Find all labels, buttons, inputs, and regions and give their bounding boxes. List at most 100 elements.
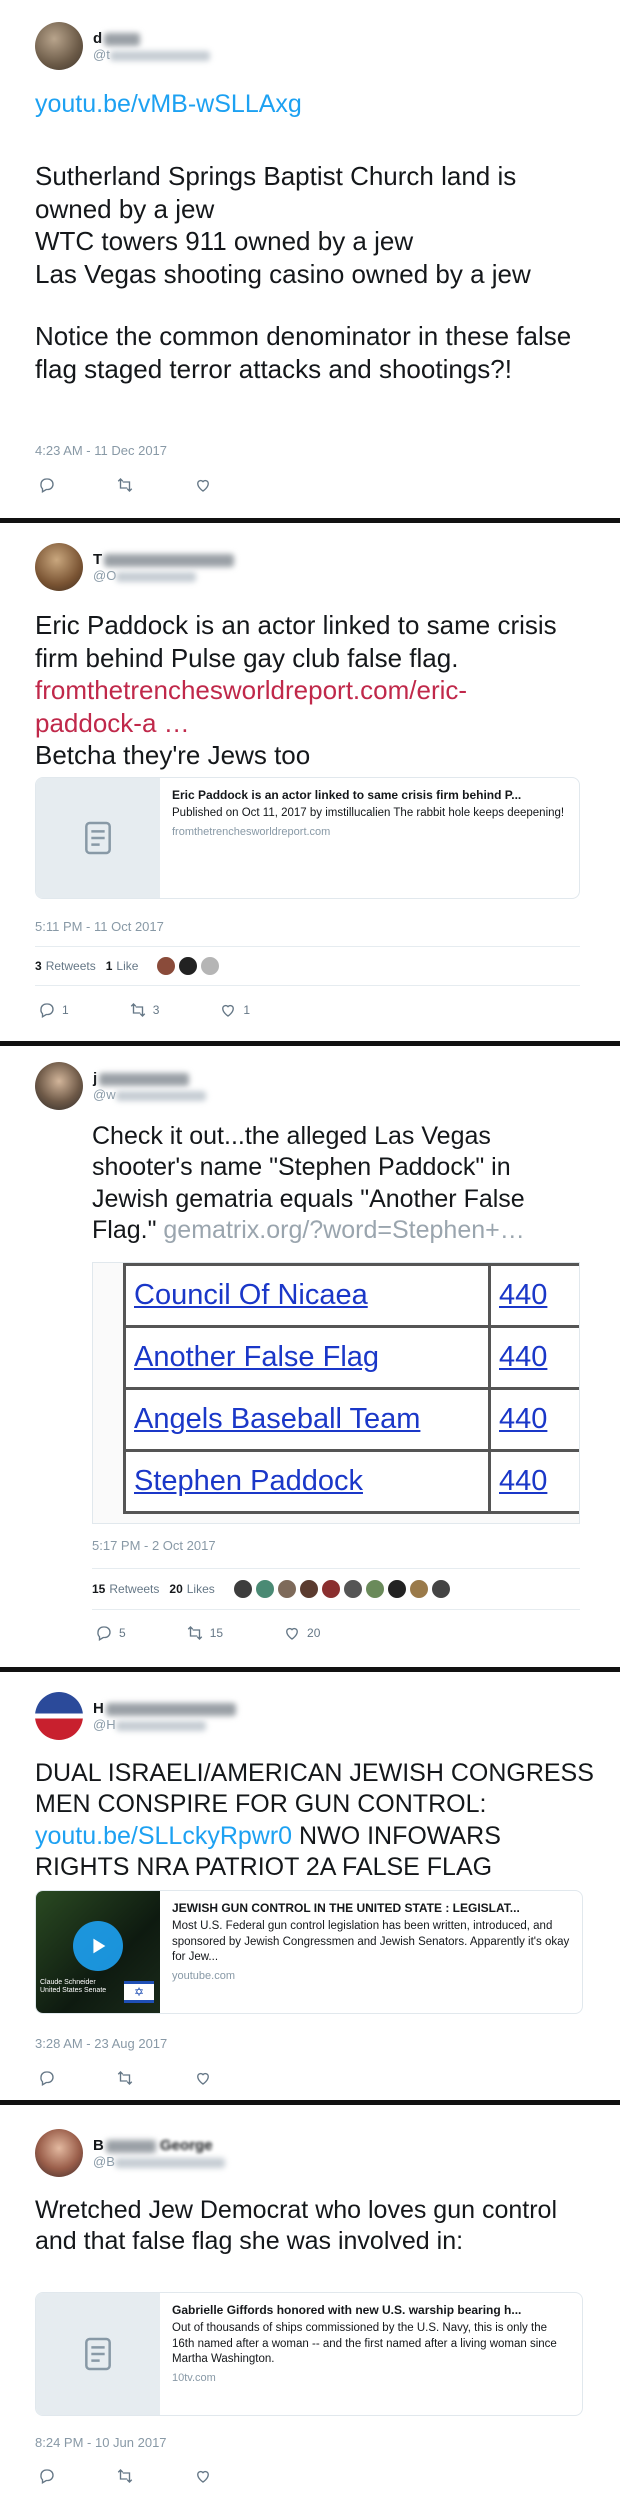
tweet-header: B George @B [35,2129,225,2177]
retweet-button[interactable] [116,476,134,494]
reply-button[interactable]: 5 [95,1624,126,1642]
like-stat[interactable]: 1 Like [106,959,139,973]
reply-button[interactable] [38,2069,56,2087]
display-name[interactable]: B George [93,2137,225,2154]
handle[interactable]: @H [93,1717,236,1732]
retweet-count: 15 [209,1626,224,1640]
reply-button[interactable] [38,476,56,494]
retweet-stat[interactable]: 3 Retweets [35,959,96,973]
link-part: paddock-a … [35,707,190,738]
handle[interactable]: @t [93,47,210,62]
value-cell: 440 [488,1449,579,1514]
heart-icon [222,1004,235,1017]
avatar[interactable] [35,22,83,70]
display-name[interactable]: H [93,1700,236,1717]
link-card[interactable]: Claude Schneider United States Senate ✡ … [35,1890,583,2014]
timestamp[interactable]: 3:28 AM - 23 Aug 2017 [35,2036,167,2051]
like-button[interactable]: 1 [219,1001,250,1019]
document-icon [85,821,111,855]
retweet-icon [117,2071,133,2085]
tweet-text: Check it out...the alleged Las Vegas sho… [92,1121,592,1246]
handle[interactable]: @B [93,2154,225,2169]
mini-avatar[interactable] [200,956,221,976]
display-name[interactable]: j [93,1070,206,1087]
avatar[interactable] [35,1692,83,1740]
mini-avatar[interactable] [364,1579,385,1599]
thumb-caption: Claude Schneider United States Senate [40,1979,107,1995]
mini-avatar[interactable] [408,1579,429,1599]
avatar[interactable] [35,2129,83,2177]
tweet-line: Notice the common denominator in these f… [35,321,572,384]
tweet-image[interactable]: Council Of Nicaea 440 Another False Flag 4… [92,1262,580,1524]
display-name[interactable]: d [93,30,210,47]
retweet-button[interactable]: 15 [186,1624,223,1642]
tweet-link[interactable]: gematrix.org/?word=Stephen+… [163,1216,524,1244]
gematria-table: Council Of Nicaea 440 Another False Flag 4… [123,1263,579,1514]
mini-avatar[interactable] [178,956,199,976]
phrase-cell: Another False Flag [123,1325,491,1390]
action-bar [38,2467,272,2485]
play-icon[interactable] [73,1921,123,1971]
card-title: JEWISH GUN CONTROL IN THE UNITED STATE :… [172,1901,520,1915]
heart-icon [197,2072,209,2085]
retweet-button[interactable] [116,2467,134,2485]
mini-avatar[interactable] [156,956,177,976]
tweet-header: d @t [35,22,210,70]
display-name[interactable]: T [93,551,235,568]
tweet-link[interactable]: youtu.be/SLLckyRpwr0 [35,1822,292,1850]
link-card[interactable]: Gabrielle Giffords honored with new U.S.… [35,2292,583,2416]
table-row: Stephen Paddock 440 [123,1449,579,1514]
tweet-5: B George @B Wretched Jew Democrat who lo… [0,2105,620,2493]
mini-avatar[interactable] [386,1579,407,1599]
reply-count: 5 [119,1626,126,1640]
table-row: Another False Flag 440 [123,1325,579,1390]
mini-avatar[interactable] [254,1579,275,1599]
tweet-text: DUAL ISRAELI/AMERICAN JEWISH CONGRESS ME… [35,1758,595,1883]
link-card[interactable]: Eric Paddock is an actor linked to same … [35,777,580,899]
retweet-stat[interactable]: 15 Retweets [92,1582,159,1596]
reply-icon [40,2071,54,2086]
avatar[interactable] [35,1062,83,1110]
value-cell: 440 [488,1263,579,1328]
mini-avatar[interactable] [298,1579,319,1599]
liker-avatars [232,1579,453,1599]
heart-icon [286,1627,298,1640]
handle[interactable]: @O [93,568,234,583]
timestamp[interactable]: 5:11 PM - 11 Oct 2017 [35,919,164,934]
like-stat[interactable]: 20 Likes [169,1582,214,1596]
mini-avatar[interactable] [342,1579,363,1599]
timestamp[interactable]: 8:24 PM - 10 Jun 2017 [35,2435,167,2450]
handle[interactable]: @w [93,1087,206,1102]
card-title: Eric Paddock is an actor linked to same … [172,788,522,802]
like-button[interactable] [194,2467,212,2485]
like-button[interactable] [194,2069,212,2087]
mini-avatar[interactable] [232,1579,253,1599]
like-button[interactable] [194,476,212,494]
engagement-stats: 15 Retweets 20 Likes [92,1568,580,1610]
mini-avatar[interactable] [276,1579,297,1599]
reply-icon [40,2469,54,2484]
avatar[interactable] [35,543,83,591]
tweet-link[interactable]: fromthetrenchesworldreport.com/eric- pad… [35,674,595,739]
tweet-text-line: Betcha they're Jews too [35,740,311,770]
reply-button[interactable]: 1 [38,1001,69,1019]
reply-button[interactable] [38,2467,56,2485]
retweet-button[interactable]: 3 [129,1001,159,1019]
tweet-link[interactable]: youtu.be/vMB-wSLLAxg [35,90,302,119]
liker-avatars [156,956,222,976]
retweet-button[interactable] [116,2069,134,2087]
mini-avatar[interactable] [430,1579,451,1599]
tweet-line: Las Vegas shooting casino owned by a jew [35,258,531,289]
like-button[interactable]: 20 [283,1624,320,1642]
tweet-2: T @O Eric Paddock is an actor linked to … [0,523,620,1041]
phrase-cell: Stephen Paddock [123,1449,491,1514]
retweet-icon [117,478,133,492]
retweet-icon [187,1626,202,1640]
flag-icon: ✡ [124,1981,154,2003]
tweet-line: WTC towers 911 owned by a jew [35,226,414,256]
tweet-text: Eric Paddock is an actor linked to same … [35,609,595,772]
phrase-cell: Angels Baseball Team [123,1387,491,1452]
mini-avatar[interactable] [320,1579,341,1599]
timestamp[interactable]: 5:17 PM - 2 Oct 2017 [92,1538,216,1553]
timestamp[interactable]: 4:23 AM - 11 Dec 2017 [35,443,167,458]
